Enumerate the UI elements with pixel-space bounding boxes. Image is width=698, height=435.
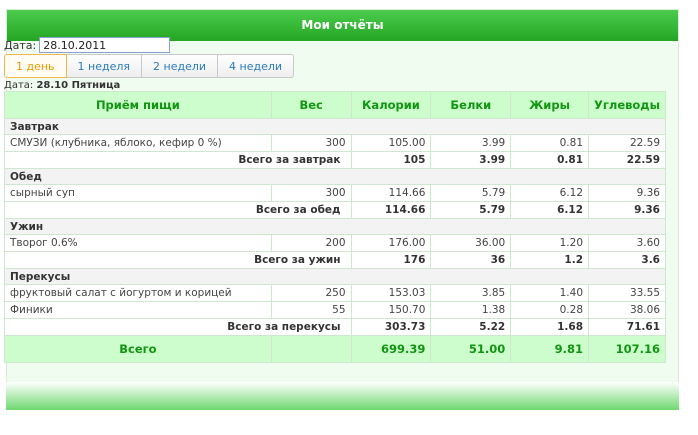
subtotal-fat: 1.68 <box>510 318 590 336</box>
subtotal-calories: 114.66 <box>350 201 432 219</box>
subtotal-calories: 176 <box>350 251 432 269</box>
group-name: Обед <box>4 168 666 185</box>
carbs-cell: 9.36 <box>588 184 666 202</box>
subtotal-row-snacks: Всего за перекусы 303.73 5.22 1.68 71.61 <box>4 318 666 336</box>
subtotal-fat: 1.2 <box>510 251 590 269</box>
tab-1-week[interactable]: 1 неделя <box>66 54 143 78</box>
carbs-cell: 38.06 <box>588 301 666 319</box>
weight-cell: 300 <box>270 184 352 202</box>
grand-total-fat: 9.81 <box>510 335 590 363</box>
fat-cell: 0.81 <box>510 134 590 152</box>
subtotal-carbs: 9.36 <box>588 201 666 219</box>
calories-cell: 105.00 <box>350 134 432 152</box>
subtotal-protein: 5.79 <box>430 201 512 219</box>
day-label-value: 28.10 Пятница <box>36 80 121 91</box>
period-tabs: 1 день 1 неделя 2 недели 4 недели <box>4 54 295 78</box>
grand-total-calories: 699.39 <box>350 335 432 363</box>
subtotal-label: Всего за завтрак <box>4 151 352 169</box>
date-label: Дата: <box>4 38 37 52</box>
subtotal-carbs: 3.6 <box>588 251 666 269</box>
protein-cell: 1.38 <box>430 301 512 319</box>
subtotal-carbs: 71.61 <box>588 318 666 336</box>
table-row: фруктовый салат с йогуртом и корицей 250… <box>4 284 666 302</box>
column-header-weight: Вес <box>270 91 352 119</box>
calories-cell: 150.70 <box>350 301 432 319</box>
carbs-cell: 33.55 <box>588 284 666 302</box>
carbs-cell: 3.60 <box>588 234 666 252</box>
group-row-snacks: Перекусы <box>4 268 666 285</box>
subtotal-label: Всего за перекусы <box>4 318 352 336</box>
grand-total-weight <box>270 335 352 363</box>
subtotal-fat: 6.12 <box>510 201 590 219</box>
food-name: сырный суп <box>4 184 272 202</box>
table-header-row: Приём пищи Вес Калории Белки Жиры Углево… <box>4 91 666 119</box>
grand-total-carbs: 107.16 <box>588 335 666 363</box>
table-row: Творог 0.6% 200 176.00 36.00 1.20 3.60 <box>4 234 666 252</box>
calories-cell: 153.03 <box>350 284 432 302</box>
subtotal-carbs: 22.59 <box>588 151 666 169</box>
tab-4-weeks[interactable]: 4 недели <box>218 54 295 78</box>
protein-cell: 36.00 <box>430 234 512 252</box>
tab-2-weeks[interactable]: 2 недели <box>142 54 219 78</box>
column-header-carbs: Углеводы <box>588 91 666 119</box>
group-name: Ужин <box>4 218 666 235</box>
protein-cell: 3.85 <box>430 284 512 302</box>
weight-cell: 55 <box>270 301 352 319</box>
carbs-cell: 22.59 <box>588 134 666 152</box>
food-name: Финики <box>4 301 272 319</box>
weight-cell: 300 <box>270 134 352 152</box>
subtotal-row-lunch: Всего за обед 114.66 5.79 6.12 9.36 <box>4 201 666 219</box>
fat-cell: 6.12 <box>510 184 590 202</box>
subtotal-row-breakfast: Всего за завтрак 105 3.99 0.81 22.59 <box>4 151 666 169</box>
day-label-prefix: Дата: <box>4 80 34 91</box>
weight-cell: 200 <box>270 234 352 252</box>
footer-bar <box>6 382 679 410</box>
column-header-calories: Калории <box>350 91 432 119</box>
group-row-lunch: Обед <box>4 168 666 185</box>
fat-cell: 0.28 <box>510 301 590 319</box>
subtotal-calories: 105 <box>350 151 432 169</box>
subtotal-protein: 3.99 <box>430 151 512 169</box>
grand-total-row: Всего 699.39 51.00 9.81 107.16 <box>4 335 666 363</box>
subtotal-row-dinner: Всего за ужин 176 36 1.2 3.6 <box>4 251 666 269</box>
column-header-fat: Жиры <box>510 91 590 119</box>
column-header-meal: Приём пищи <box>4 91 272 119</box>
fat-cell: 1.40 <box>510 284 590 302</box>
grand-total-protein: 51.00 <box>430 335 512 363</box>
subtotal-calories: 303.73 <box>350 318 432 336</box>
group-row-breakfast: Завтрак <box>4 118 666 135</box>
date-selector: Дата: <box>4 36 171 54</box>
weight-cell: 250 <box>270 284 352 302</box>
subtotal-protein: 36 <box>430 251 512 269</box>
protein-cell: 5.79 <box>430 184 512 202</box>
subtotal-label: Всего за ужин <box>4 251 352 269</box>
group-row-dinner: Ужин <box>4 218 666 235</box>
column-header-protein: Белки <box>430 91 512 119</box>
calories-cell: 176.00 <box>350 234 432 252</box>
table-row: Финики 55 150.70 1.38 0.28 38.06 <box>4 301 666 319</box>
grand-total-label: Всего <box>4 335 272 363</box>
fat-cell: 1.20 <box>510 234 590 252</box>
group-name: Перекусы <box>4 268 666 285</box>
subtotal-label: Всего за обед <box>4 201 352 219</box>
calories-cell: 114.66 <box>350 184 432 202</box>
group-name: Завтрак <box>4 118 666 135</box>
subtotal-fat: 0.81 <box>510 151 590 169</box>
food-name: СМУЗИ (клубника, яблоко, кефир 0 %) <box>4 134 272 152</box>
selected-day: Дата: 28.10 Пятница <box>4 80 120 91</box>
subtotal-protein: 5.22 <box>430 318 512 336</box>
food-name: Творог 0.6% <box>4 234 272 252</box>
food-name: фруктовый салат с йогуртом и корицей <box>4 284 272 302</box>
table-row: СМУЗИ (клубника, яблоко, кефир 0 %) 300 … <box>4 134 666 152</box>
meal-report-table: Приём пищи Вес Калории Белки Жиры Углево… <box>4 91 666 363</box>
table-row: сырный суп 300 114.66 5.79 6.12 9.36 <box>4 184 666 202</box>
date-input[interactable] <box>39 37 171 53</box>
protein-cell: 3.99 <box>430 134 512 152</box>
tab-1-day[interactable]: 1 день <box>4 54 67 78</box>
